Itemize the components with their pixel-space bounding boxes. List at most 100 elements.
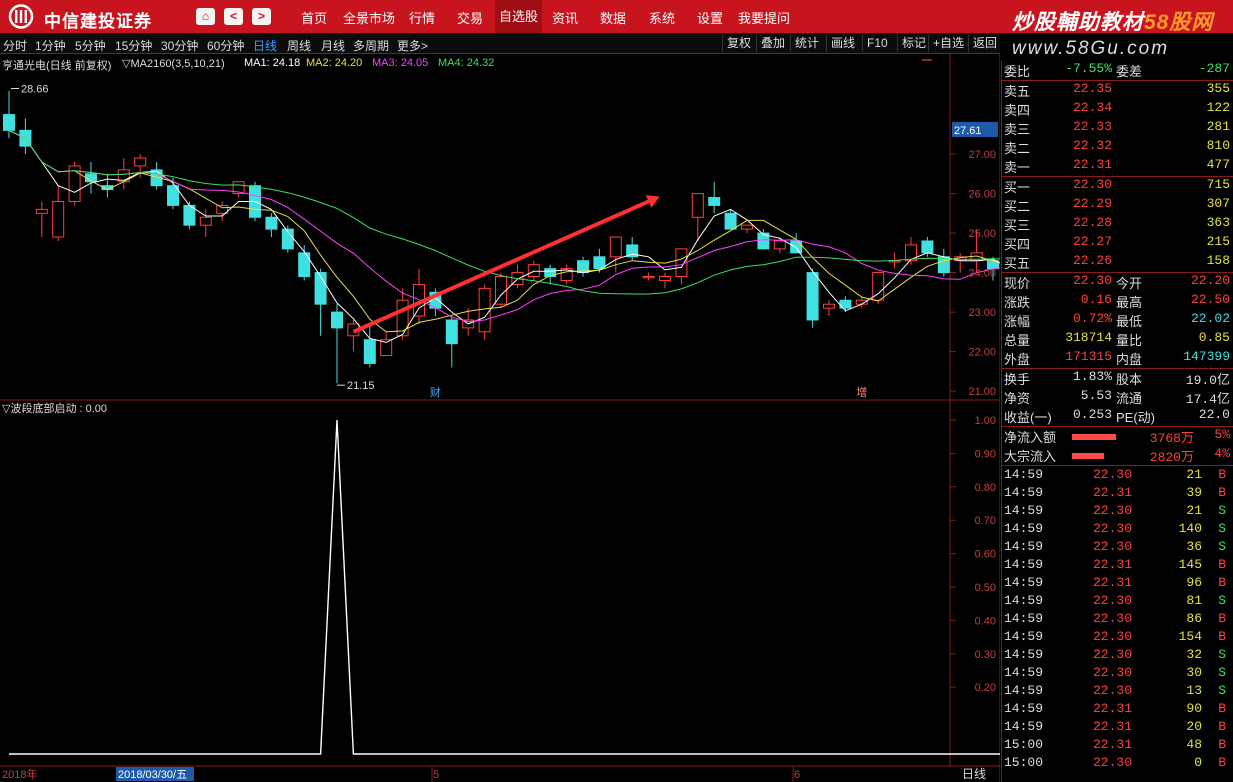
tick-time: 14:59 [1004,701,1044,716]
tick-price: 22.30 [1092,521,1132,536]
tick-side: B [1218,755,1226,770]
flow-amount: 3768万 [1149,431,1194,446]
home-icon[interactable]: ⌂ [196,8,215,25]
ask-row: 卖三 22.33 281 [1002,119,1233,138]
stat-label: 换手 [1004,372,1031,387]
price-axis-label: 24.00 [968,268,996,280]
flow-row: 大宗流入 2820万 4% [1002,446,1233,465]
tool-3[interactable]: 画线 [826,35,855,52]
weicha-label: 委差 [1116,64,1143,79]
ma3-value: MA3: 24.05 [372,57,429,69]
bid-level: 买五 [1004,256,1031,271]
indicator-axis-label: 0.20 [975,682,996,694]
bid-price: 22.28 [1072,215,1112,230]
tick-volume: 90 [1186,701,1202,716]
period-3[interactable]: 15分钟 [115,37,152,54]
tick-volume: 13 [1186,683,1202,698]
bid-level: 买四 [1004,237,1031,252]
low-label: 21.15 [347,380,375,392]
stat-value: 22.02 [1190,311,1230,326]
period-2[interactable]: 5分钟 [75,37,106,54]
candle-body [52,200,65,238]
stat2-row: 收益(一) 0.253 PE(动) 22.0 [1002,407,1233,426]
menu-1[interactable]: 全景市场 [343,8,395,27]
period-10[interactable]: 更多> [397,37,428,54]
bid-row: 买二 22.29 307 [1002,196,1233,215]
candle-body [724,212,737,230]
tick-volume: 36 [1186,539,1202,554]
period-8[interactable]: 月线 [321,37,345,54]
period-4[interactable]: 30分钟 [161,37,198,54]
tick-row: 14:59 22.30 86 B [1002,611,1233,629]
menu-0[interactable]: 首页 [301,8,327,27]
candle-body [35,208,48,214]
kline-chart[interactable]: 27.00 26.00 25.00 24.00 23.00 22.00 21.00 27.61… [0,54,1000,782]
period-0[interactable]: 分时 [3,37,27,54]
period-6[interactable]: 日线 [253,37,277,54]
candle-body [659,276,671,281]
flow-bar [1072,453,1104,459]
period-9[interactable]: 多周期 [353,37,389,54]
ask-volume: 477 [1206,157,1230,172]
indicator-axis-label: 0.30 [975,649,996,661]
menu-2[interactable]: 行情 [409,8,435,27]
back-button[interactable]: < [224,8,243,25]
tick-side: B [1218,467,1226,482]
stat-row: 总量 318714 量比 0.85 [1002,330,1233,349]
menu-6[interactable]: 数据 [600,8,626,27]
tick-price: 22.30 [1092,755,1132,770]
period-7[interactable]: 周线 [287,37,311,54]
menu-9[interactable]: 我要提问 [738,8,790,27]
tool-5[interactable]: 标记 [897,35,926,52]
tool-1[interactable]: 叠加 [756,35,785,52]
tick-volume: 145 [1178,557,1202,572]
menu-7[interactable]: 系统 [649,8,675,27]
watermark: 炒股輔助教材58股网 [1012,11,1214,34]
period-1[interactable]: 1分钟 [35,37,66,54]
period-5[interactable]: 60分钟 [207,37,244,54]
tick-side: S [1218,683,1226,698]
tool-6[interactable]: +自选 [928,35,964,52]
stat-label: 涨跌 [1004,295,1031,310]
tool-2[interactable]: 统计 [790,35,819,52]
stat-value: 318714 [1065,330,1112,345]
stat-label: PE(动) [1116,410,1156,425]
stat-value: 22.20 [1190,273,1230,288]
tick-time: 15:00 [1004,737,1044,752]
menu-4[interactable]: 自选股 [495,0,543,33]
ask-level: 卖一 [1004,160,1031,175]
candle-body [806,272,819,321]
tick-side: B [1218,719,1226,734]
forward-button[interactable]: > [252,8,271,25]
bid-level: 买二 [1004,199,1031,214]
stat-value: 5.53 [1080,388,1112,403]
chart-title: 亨通光电(日线 前复权) [2,60,112,72]
tool-7[interactable]: 返回 [968,35,997,52]
tool-0[interactable]: 复权 [722,35,751,52]
menu-8[interactable]: 设置 [697,8,723,27]
stat-label: 内盘 [1116,352,1143,367]
tool-4[interactable]: F10 [862,35,888,52]
tick-time: 14:59 [1004,557,1044,572]
bid-level: 买三 [1004,218,1031,233]
tick-side: S [1218,647,1226,662]
date-axis-year: 2018年 [2,767,37,781]
tick-price: 22.31 [1092,719,1132,734]
date-month-mark: 5 [433,769,439,781]
candle-body [773,240,786,250]
tick-row: 14:59 22.30 21 B [1002,467,1233,485]
tick-volume: 21 [1186,503,1202,518]
date-month-mark: 6 [794,769,800,781]
ask-price: 22.35 [1072,81,1112,96]
ask-level: 卖三 [1004,122,1031,137]
menu-3[interactable]: 交易 [457,8,483,27]
tick-row: 14:59 22.30 154 B [1002,629,1233,647]
tick-price: 22.30 [1092,683,1132,698]
tick-side: B [1218,557,1226,572]
stat-value: 0.253 [1072,407,1112,422]
stat-value: 22.30 [1072,273,1112,288]
candle-body [134,157,147,167]
ma-formula[interactable]: ▽MA2160(3,5,10,21) [122,57,225,70]
ma4-line [8,129,1000,295]
menu-5[interactable]: 资讯 [552,8,578,27]
